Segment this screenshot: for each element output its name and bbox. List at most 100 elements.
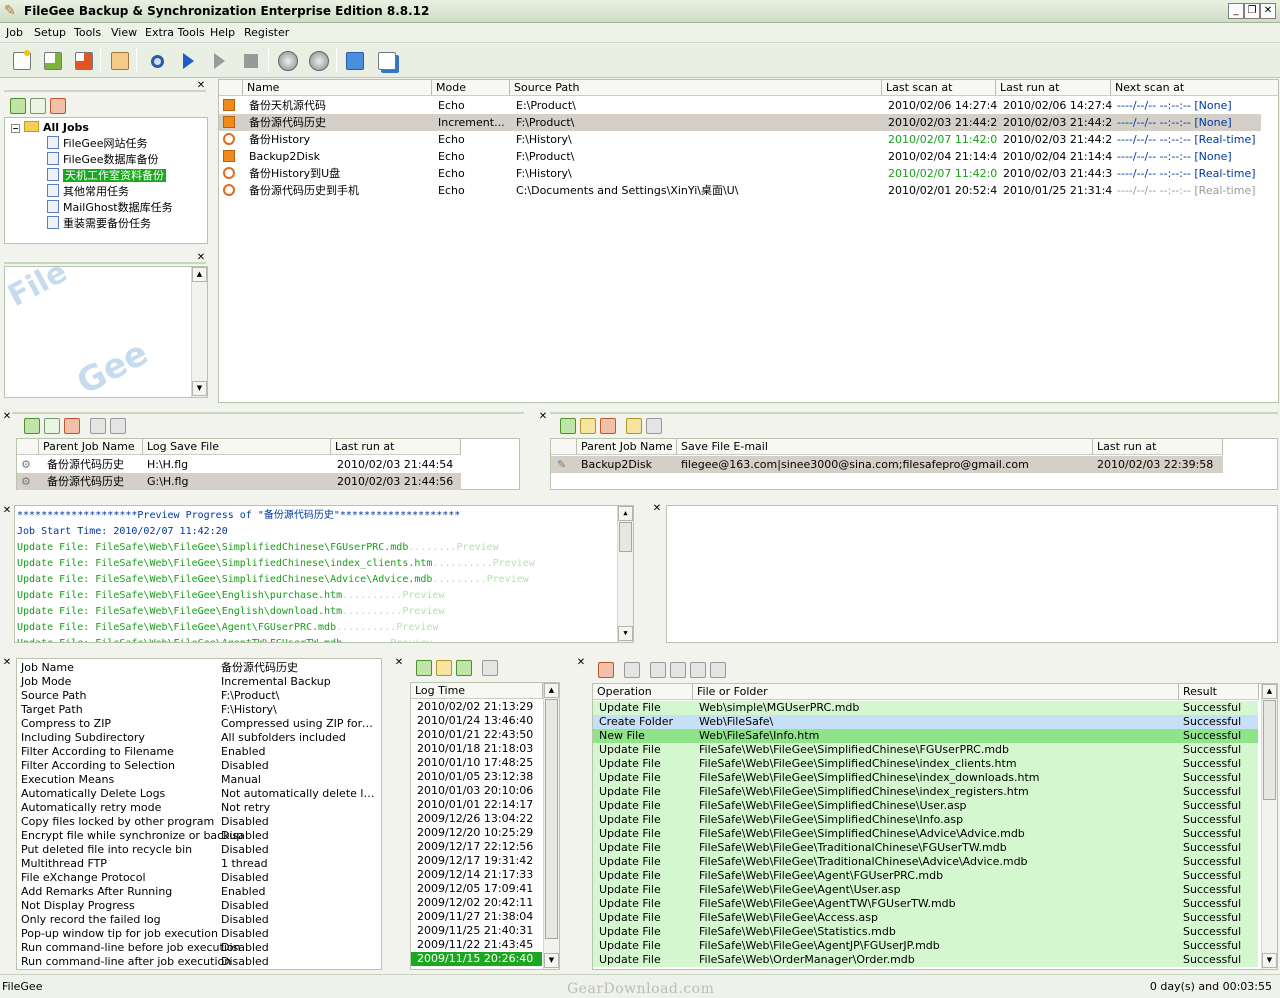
export-log-icon[interactable] bbox=[456, 660, 472, 676]
log-time-row[interactable]: 2009/11/22 21:43:45 bbox=[411, 938, 542, 952]
edit-mail-icon[interactable] bbox=[580, 418, 596, 434]
operations-scrollbar[interactable]: ▲ ▼ bbox=[1261, 684, 1277, 969]
close-icon[interactable]: ✕ bbox=[2, 506, 12, 516]
tree-item[interactable]: 重装需要备份任务 bbox=[47, 216, 151, 232]
add-group-icon[interactable] bbox=[10, 98, 26, 114]
job-row[interactable]: 备份天机源代码 Echo E:\Product\ 2010/02/06 14:27:4… bbox=[219, 97, 1261, 114]
log-time-row[interactable]: 2009/12/17 22:12:56 bbox=[411, 840, 542, 854]
job-row[interactable]: Backup2Disk Echo F:\Product\ 2010/02/04 21:… bbox=[219, 148, 1261, 165]
scroll-down-arrow[interactable]: ▼ bbox=[544, 953, 559, 968]
column-header-last-run[interactable]: Last run at bbox=[996, 80, 1111, 96]
log-time-row[interactable]: 2009/12/05 17:09:41 bbox=[411, 882, 542, 896]
job-book-button[interactable] bbox=[108, 49, 132, 73]
find-button[interactable] bbox=[145, 49, 169, 73]
mail-icon[interactable] bbox=[646, 418, 662, 434]
operation-row[interactable]: Update File FileSafe\Web\FileGee\Traditio… bbox=[593, 855, 1258, 869]
menu-help[interactable]: Help bbox=[210, 26, 235, 39]
job-row[interactable]: 备份History Echo F:\History\ 2010/02/07 11:42… bbox=[219, 131, 1261, 148]
export-button[interactable] bbox=[343, 49, 367, 73]
log-time-row[interactable]: 2010/02/02 21:13:29 bbox=[411, 700, 542, 714]
tree-item-selected[interactable]: 天机工作室资料备份 bbox=[47, 168, 166, 184]
log-time-row[interactable]: 2010/01/18 21:18:03 bbox=[411, 742, 542, 756]
scroll-thumb[interactable] bbox=[1263, 700, 1276, 800]
import-button[interactable] bbox=[375, 49, 399, 73]
delete-mail-icon[interactable] bbox=[600, 418, 616, 434]
scroll-down-arrow[interactable]: ▼ bbox=[1262, 953, 1277, 968]
column-header-name[interactable]: Name bbox=[243, 80, 432, 96]
job-row[interactable]: 备份源代码历史到手机 Echo C:\Documents and Settings\… bbox=[219, 182, 1261, 199]
close-icon[interactable]: ✕ bbox=[394, 658, 404, 668]
operation-row[interactable]: Update File FileSafe\Web\FileGee\Agent\FG… bbox=[593, 869, 1258, 883]
log-time-row[interactable]: 2010/01/24 13:46:40 bbox=[411, 714, 542, 728]
operation-row[interactable]: Update File FileSafe\Web\FileGee\Simplifi… bbox=[593, 743, 1258, 757]
restore-button[interactable]: ❐ bbox=[1244, 3, 1260, 19]
log-time-row[interactable]: 2009/11/25 21:40:31 bbox=[411, 924, 542, 938]
column-header-parent-job[interactable]: Parent Job Name bbox=[577, 439, 677, 455]
scan-button[interactable] bbox=[276, 49, 300, 73]
copy-icon[interactable] bbox=[624, 662, 640, 678]
clear-log-icon[interactable] bbox=[482, 660, 498, 676]
column-header-source-path[interactable]: Source Path bbox=[510, 80, 882, 96]
scroll-up-arrow[interactable]: ▲ bbox=[618, 506, 633, 521]
scroll-thumb[interactable] bbox=[619, 522, 632, 552]
table-row[interactable]: ⚙ 备份源代码历史 H:\H.flg 2010/02/03 21:44:54 bbox=[17, 456, 461, 473]
operation-row[interactable]: Update File FileSafe\Web\FileGee\Agent\Us… bbox=[593, 883, 1258, 897]
close-icon[interactable]: ✕ bbox=[2, 658, 12, 668]
column-header-operation[interactable]: Operation bbox=[593, 684, 693, 700]
column-header-icon[interactable] bbox=[551, 439, 577, 455]
scroll-down-arrow[interactable]: ▼ bbox=[192, 381, 207, 396]
first-icon[interactable] bbox=[650, 662, 666, 678]
menu-extra-tools[interactable]: Extra Tools bbox=[145, 26, 205, 39]
close-icon[interactable]: ✕ bbox=[576, 658, 586, 668]
log-time-row[interactable]: 2010/01/01 22:14:17 bbox=[411, 798, 542, 812]
next-icon[interactable] bbox=[690, 662, 706, 678]
column-header-last-run[interactable]: Last run at bbox=[331, 439, 461, 455]
menu-setup[interactable]: Setup bbox=[34, 26, 66, 39]
settings-button[interactable] bbox=[307, 49, 331, 73]
close-icon[interactable]: ✕ bbox=[2, 412, 12, 422]
scroll-up-arrow[interactable]: ▲ bbox=[192, 267, 207, 282]
operation-row[interactable]: Update File FileSafe\Web\OrderManager\Ord… bbox=[593, 953, 1258, 967]
job-row[interactable]: 备份History到U盘 Echo F:\History\ 2010/02/07 11… bbox=[219, 165, 1261, 182]
operation-row[interactable]: Update File FileSafe\Web\FileGee\Simplifi… bbox=[593, 827, 1258, 841]
column-header-file-or-folder[interactable]: File or Folder bbox=[693, 684, 1179, 700]
operation-row[interactable]: Update File FileSafe\Web\FileGee\AgentTW\… bbox=[593, 897, 1258, 911]
log-time-row[interactable]: 2009/12/14 21:17:33 bbox=[411, 868, 542, 882]
column-header-mode[interactable]: Mode bbox=[432, 80, 510, 96]
log-time-row[interactable]: 2009/12/02 20:42:11 bbox=[411, 896, 542, 910]
refresh-icon[interactable] bbox=[416, 660, 432, 676]
log-time-row[interactable]: 2010/01/05 23:12:38 bbox=[411, 770, 542, 784]
column-header-icon[interactable] bbox=[17, 439, 39, 455]
column-header-log-time[interactable]: Log Time bbox=[411, 683, 543, 699]
table-row[interactable]: ⚙ 备份源代码历史 G:\H.flg 2010/02/03 21:44:56 bbox=[17, 473, 461, 490]
table-row[interactable]: ✎ Backup2Disk filegee@163.com|sinee3000@… bbox=[551, 456, 1223, 473]
column-header-icon[interactable] bbox=[219, 80, 243, 96]
log-time-scrollbar[interactable]: ▲ ▼ bbox=[543, 683, 559, 969]
column-header-last-scan[interactable]: Last scan at bbox=[882, 80, 996, 96]
edit-icon[interactable] bbox=[44, 418, 60, 434]
tree-item[interactable]: FileGee数据库备份 bbox=[47, 152, 158, 168]
log-time-row[interactable]: 2009/12/17 19:31:42 bbox=[411, 854, 542, 868]
operation-row[interactable]: Update File FileSafe\Web\FileGee\AgentJP\… bbox=[593, 939, 1258, 953]
tree-root[interactable]: − All Jobs bbox=[11, 120, 89, 136]
delete-icon[interactable] bbox=[64, 418, 80, 434]
edit-group-icon[interactable] bbox=[30, 98, 46, 114]
delete-group-icon[interactable] bbox=[50, 98, 66, 114]
last-icon[interactable] bbox=[710, 662, 726, 678]
delete-log-icon[interactable] bbox=[598, 662, 614, 678]
collapse-icon[interactable]: − bbox=[11, 124, 20, 133]
send-mail-icon[interactable] bbox=[626, 418, 642, 434]
close-window-button[interactable]: ✕ bbox=[1260, 3, 1276, 19]
column-header-next-scan[interactable]: Next scan at bbox=[1111, 80, 1279, 96]
column-header-parent-job[interactable]: Parent Job Name bbox=[39, 439, 143, 455]
column-header-last-run[interactable]: Last run at bbox=[1093, 439, 1223, 455]
scroll-down-arrow[interactable]: ▼ bbox=[618, 626, 633, 641]
paste-icon[interactable] bbox=[110, 418, 126, 434]
operation-row[interactable]: Update File Web\simple\MGUserPRC.mdb Succe… bbox=[593, 701, 1258, 715]
add-mail-icon[interactable] bbox=[560, 418, 576, 434]
minimize-button[interactable]: _ bbox=[1228, 3, 1244, 19]
copy-icon[interactable] bbox=[90, 418, 106, 434]
menu-job[interactable]: Job bbox=[6, 26, 23, 39]
log-time-row[interactable]: 2009/11/27 21:38:04 bbox=[411, 910, 542, 924]
operation-row[interactable]: Update File FileSafe\Web\FileGee\Simplifi… bbox=[593, 771, 1258, 785]
